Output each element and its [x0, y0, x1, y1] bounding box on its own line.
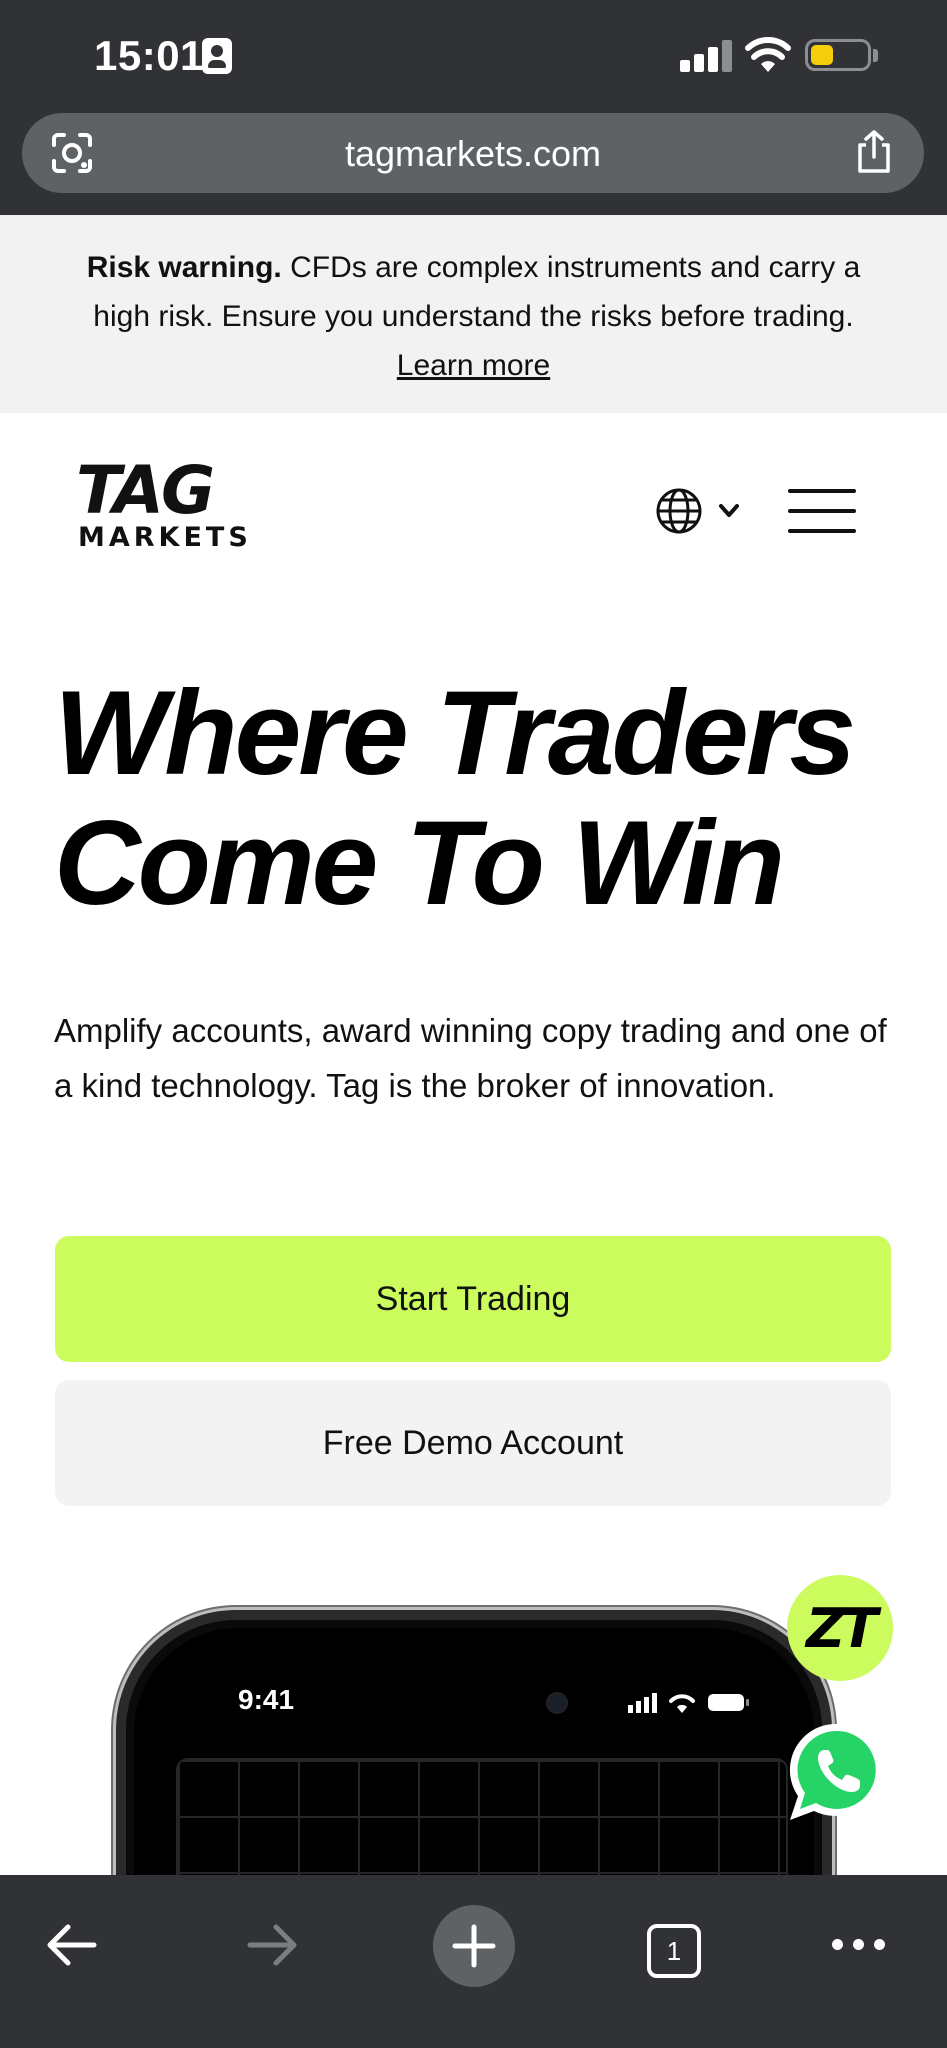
logo-wordmark: TAG: [76, 452, 215, 529]
battery-icon: [805, 39, 871, 71]
browser-toolbar: tagmarkets.com: [0, 110, 947, 215]
phone-screen: 9:41: [134, 1628, 814, 1910]
learn-more-link[interactable]: Learn more: [397, 349, 550, 382]
tag-chat-logo: ZT: [806, 1596, 878, 1660]
cellular-signal-icon: [680, 38, 732, 72]
url-text[interactable]: tagmarkets.com: [22, 133, 924, 175]
hero-title: Where Traders Come To Win: [54, 668, 934, 928]
phone-mockup-image: 9:41: [116, 1610, 832, 1910]
logo-subtitle: MARKETS: [78, 522, 252, 553]
risk-warning-banner: Risk warning. CFDs are complex instrumen…: [0, 215, 947, 413]
tag-markets-logo[interactable]: TAG MARKETS: [76, 452, 278, 553]
hero-subtitle: Amplify accounts, award winning copy tra…: [54, 1012, 887, 1104]
address-bar[interactable]: tagmarkets.com: [22, 113, 924, 193]
free-demo-account-button[interactable]: Free Demo Account: [55, 1380, 891, 1506]
chevron-down-icon: [719, 504, 739, 517]
new-tab-button[interactable]: [433, 1905, 515, 1987]
more-options-icon[interactable]: [832, 1935, 886, 1955]
phone-camera-icon: [546, 1692, 568, 1714]
globe-icon: [656, 488, 702, 534]
language-selector[interactable]: [655, 486, 755, 536]
back-arrow-icon[interactable]: [44, 1921, 98, 1969]
battery-cap: [873, 49, 878, 62]
battery-level: [811, 45, 833, 65]
wifi-icon: [745, 37, 791, 72]
hero-title-line-2: Come To Win: [54, 796, 785, 930]
phone-status-icons: [628, 1693, 749, 1713]
whatsapp-icon[interactable]: [786, 1720, 890, 1824]
hamburger-menu-icon[interactable]: [788, 487, 858, 535]
share-icon[interactable]: [854, 129, 894, 175]
status-time: 15:01: [94, 32, 204, 79]
status-bar: 15:01: [0, 0, 947, 110]
browser-bottom-toolbar: 1: [0, 1875, 947, 2048]
plus-icon: [452, 1924, 496, 1968]
phone-status-time: 9:41: [238, 1684, 295, 1715]
risk-warning-title: Risk warning.: [86, 251, 282, 284]
tab-switcher-button[interactable]: 1: [647, 1924, 701, 1978]
forward-arrow-icon[interactable]: [246, 1921, 300, 1969]
contact-card-icon: [202, 38, 232, 74]
hero-title-line-1: Where Traders: [54, 666, 856, 800]
tag-chat-button[interactable]: ZT: [787, 1575, 893, 1681]
start-trading-button[interactable]: Start Trading: [55, 1236, 891, 1362]
